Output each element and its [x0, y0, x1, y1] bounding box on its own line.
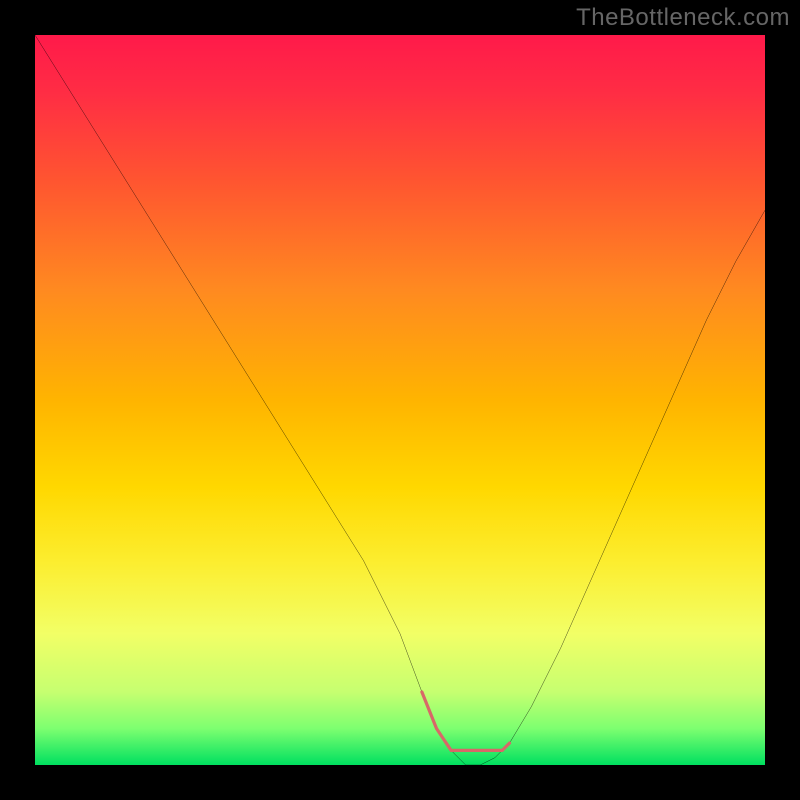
- plot-background: [35, 35, 765, 765]
- chart-frame: TheBottleneck.com: [0, 0, 800, 800]
- watermark-text: TheBottleneck.com: [576, 4, 790, 32]
- bottleneck-plot: [35, 35, 765, 765]
